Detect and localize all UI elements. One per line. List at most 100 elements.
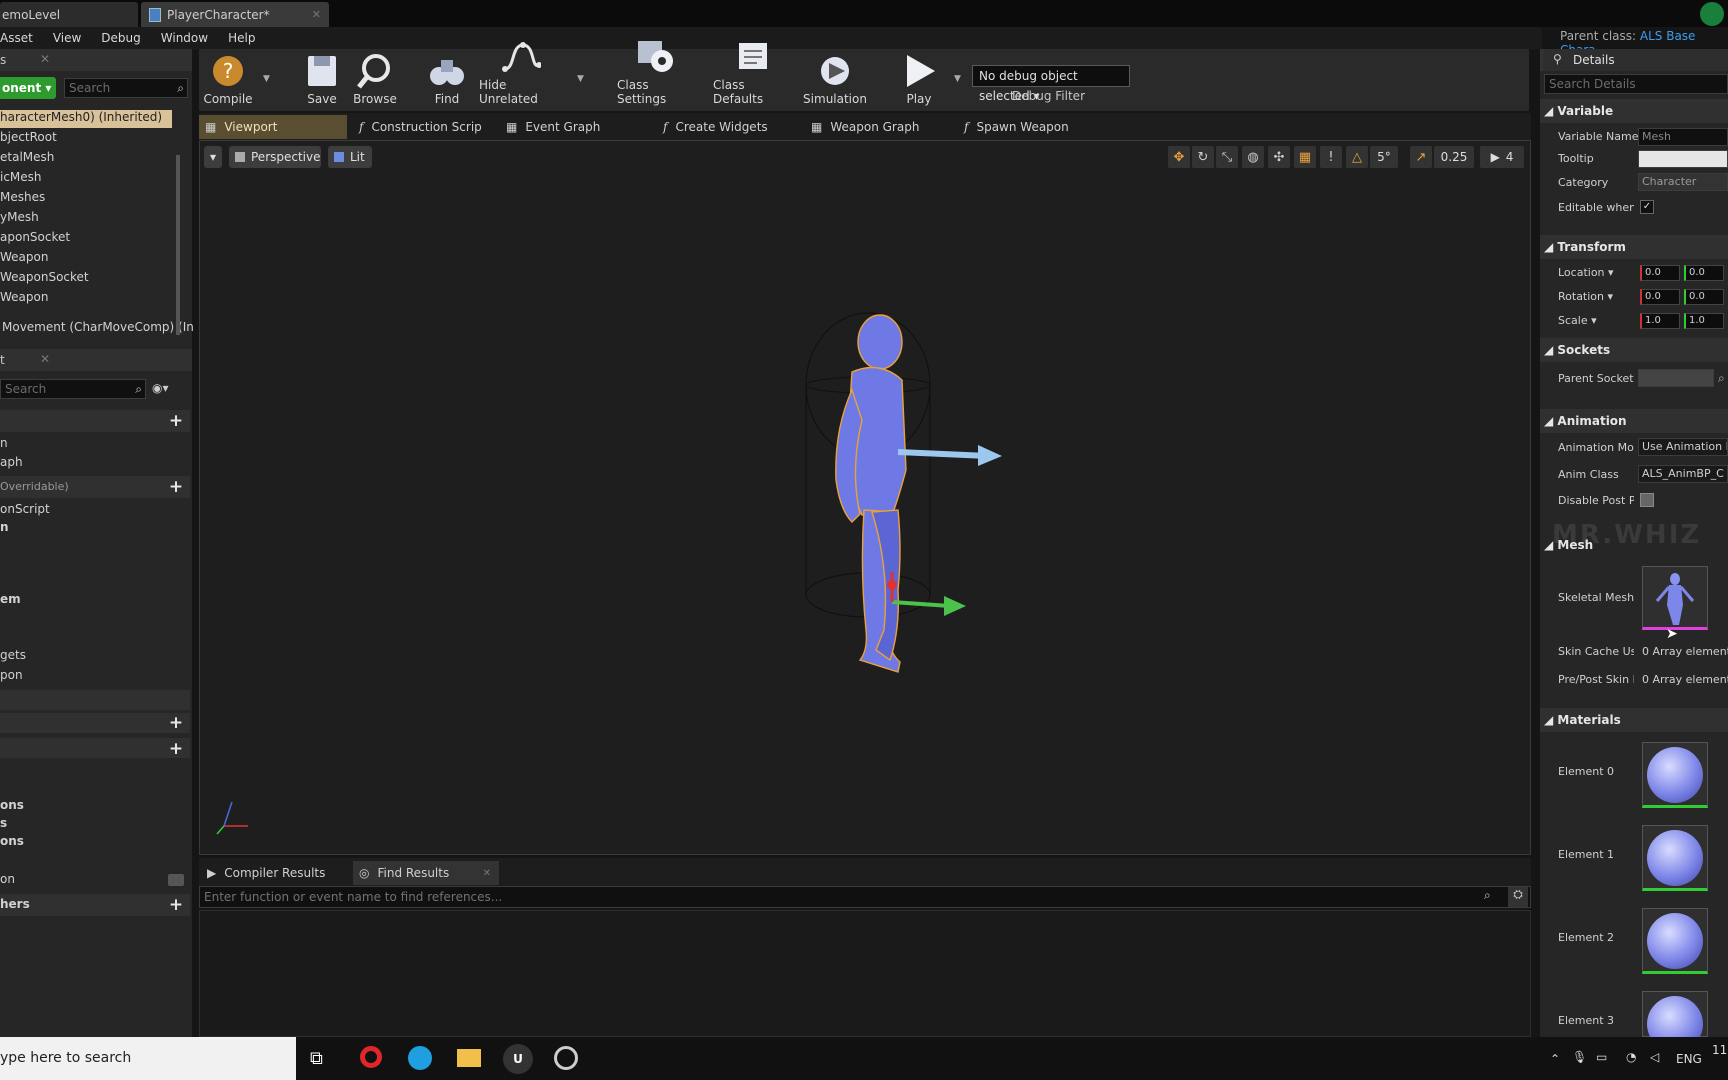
tab-find-results[interactable]: ◎ Find Results ✕ xyxy=(353,861,499,885)
scale-label[interactable]: Scale ▾ xyxy=(1558,314,1597,327)
material-thumbnail[interactable] xyxy=(1642,742,1708,808)
transform-section-header[interactable]: ◢ Transform xyxy=(1540,235,1728,259)
add-icon[interactable]: + xyxy=(168,741,184,758)
blueprint-item[interactable]: n xyxy=(0,520,9,538)
tab-spawn-weapon[interactable]: f Spawn Weapon xyxy=(958,115,1098,139)
tab-construction-script[interactable]: f Construction Scrip xyxy=(353,115,493,139)
add-icon[interactable]: + xyxy=(168,479,184,496)
save-button[interactable]: Save xyxy=(297,49,347,111)
tab-weapon-graph[interactable]: ▦ Weapon Graph xyxy=(805,115,945,139)
microphone-icon[interactable]: 🎙 xyxy=(1572,1050,1587,1064)
close-icon[interactable]: ✕ xyxy=(40,352,50,366)
search-icon[interactable]: ⌕ xyxy=(1484,888,1491,903)
chevron-up-icon[interactable]: ⌃ xyxy=(1550,1052,1560,1066)
tab-compiler-results[interactable]: ▶ Compiler Results xyxy=(201,861,351,885)
location-label[interactable]: Location ▾ xyxy=(1558,266,1614,279)
chevron-down-icon[interactable]: ▼ xyxy=(954,74,961,84)
blueprint-item[interactable]: em xyxy=(0,592,21,610)
scale-y-input[interactable]: 1.0 xyxy=(1684,313,1724,329)
language-indicator[interactable]: ENG xyxy=(1676,1052,1702,1066)
scrollbar[interactable] xyxy=(176,155,180,335)
lit-button[interactable]: Lit xyxy=(328,146,372,168)
scale-snap-value[interactable]: 0.25 xyxy=(1434,146,1474,168)
sockets-section-header[interactable]: ◢ Sockets xyxy=(1540,338,1728,362)
tree-item[interactable]: etalMesh xyxy=(0,150,54,168)
taskbar-search-input[interactable]: ype here to search xyxy=(0,1037,296,1080)
tooltip-input[interactable] xyxy=(1638,150,1728,168)
close-icon[interactable]: ✕ xyxy=(312,8,321,21)
class-settings-button[interactable]: Class Settings xyxy=(617,41,695,111)
location-x-input[interactable]: 0.0 xyxy=(1640,265,1680,281)
tree-item[interactable]: icMesh xyxy=(0,170,42,188)
class-defaults-button[interactable]: Class Defaults xyxy=(713,43,793,111)
debug-object-select[interactable]: No debug object selected ▾ xyxy=(972,65,1130,103)
variable-section-header[interactable]: ◢ Variable xyxy=(1540,99,1728,123)
opera-icon[interactable] xyxy=(360,1046,382,1068)
file-explorer-icon[interactable] xyxy=(457,1049,481,1067)
collapse-icon[interactable] xyxy=(168,874,184,886)
play-button[interactable]: Play xyxy=(894,49,944,111)
find-button[interactable]: Find xyxy=(422,49,472,111)
translate-tool-icon[interactable]: ✥ xyxy=(1168,146,1190,168)
scale-tool-icon[interactable]: ⤡ xyxy=(1216,146,1238,168)
menu-window[interactable]: Window xyxy=(151,31,218,45)
blueprint-item[interactable]: ons xyxy=(0,798,24,816)
close-icon[interactable]: ✕ xyxy=(40,52,50,66)
tree-item[interactable]: aponSocket xyxy=(0,230,70,248)
chevron-down-icon[interactable]: ▼ xyxy=(263,74,270,84)
add-icon[interactable]: + xyxy=(168,897,184,914)
blueprint-item[interactable]: ons xyxy=(0,834,24,852)
grid-size-icon[interactable]: ! xyxy=(1320,146,1342,168)
materials-section-header[interactable]: ◢ Materials xyxy=(1540,708,1728,732)
search-icon[interactable]: ⌕ xyxy=(1718,371,1725,386)
details-search-input[interactable]: Search Details xyxy=(1544,74,1728,94)
rotation-x-input[interactable]: 0.0 xyxy=(1640,289,1680,305)
find-global-icon[interactable]: ⛭ xyxy=(1508,887,1528,907)
viewport-options-button[interactable]: ▾ xyxy=(204,146,222,168)
material-thumbnail[interactable] xyxy=(1642,991,1708,1052)
camera-speed[interactable]: ▶ 4 xyxy=(1480,146,1524,168)
tree-item[interactable]: haracterMesh0) (Inherited) xyxy=(0,110,172,128)
surface-snap-icon[interactable]: ✣ xyxy=(1268,146,1290,168)
network-icon[interactable]: ◔ xyxy=(1626,1050,1636,1064)
edge-icon[interactable] xyxy=(408,1046,432,1070)
category-dropdown[interactable]: Character xyxy=(1638,173,1728,191)
grid-snap-icon[interactable]: ▦ xyxy=(1294,146,1316,168)
rotation-y-input[interactable]: 0.0 xyxy=(1684,289,1724,305)
variable-name-input[interactable]: Mesh xyxy=(1638,128,1728,146)
disable-post-checkbox[interactable] xyxy=(1640,493,1654,507)
menu-asset[interactable]: Asset xyxy=(0,31,43,45)
tree-item[interactable]: yMesh xyxy=(0,210,39,228)
blueprint-item[interactable]: n xyxy=(0,436,8,454)
my-blueprint-search-input[interactable]: Search ⌕ xyxy=(0,379,146,399)
anim-class-dropdown[interactable]: ALS_AnimBP_C xyxy=(1638,465,1728,483)
angle-snap-icon[interactable]: △ xyxy=(1346,146,1368,168)
blueprint-item[interactable]: onScript xyxy=(0,502,50,520)
tree-item[interactable]: WeaponSocket xyxy=(0,270,89,288)
material-thumbnail[interactable] xyxy=(1642,825,1708,891)
animation-mode-dropdown[interactable]: Use Animation B xyxy=(1638,438,1728,456)
blueprint-item[interactable]: on xyxy=(0,872,15,890)
blueprint-item[interactable]: pon xyxy=(0,668,23,686)
scale-snap-icon[interactable]: ↗ xyxy=(1410,146,1432,168)
clock[interactable]: 11: xyxy=(1712,1043,1728,1057)
angle-snap-value[interactable]: 5° xyxy=(1370,146,1398,168)
menu-view[interactable]: View xyxy=(43,31,91,45)
add-icon[interactable]: + xyxy=(168,413,184,430)
browse-button[interactable]: Browse xyxy=(347,49,403,111)
tree-item[interactable]: Movement (CharMoveComp) (In xyxy=(2,320,194,338)
chevron-down-icon[interactable]: ▼ xyxy=(577,74,584,84)
add-icon[interactable]: + xyxy=(168,715,184,732)
blueprint-item[interactable]: hers xyxy=(0,897,30,915)
tab-viewport[interactable]: ▦ Viewport xyxy=(199,115,347,139)
perspective-button[interactable]: Perspective xyxy=(229,146,321,168)
editable-checkbox[interactable]: ✓ xyxy=(1640,200,1654,214)
blueprint-item[interactable]: aph xyxy=(0,455,23,473)
hide-unrelated-button[interactable]: Hide Unrelated xyxy=(479,42,563,111)
battery-icon[interactable]: ▭ xyxy=(1596,1050,1607,1064)
tree-item[interactable]: Meshes xyxy=(0,190,45,208)
tab-demo-level[interactable]: emoLevel xyxy=(0,2,138,27)
character-preview[interactable] xyxy=(780,300,1020,690)
parent-socket-input[interactable] xyxy=(1638,369,1714,387)
unreal-engine-icon[interactable]: U xyxy=(503,1044,533,1074)
